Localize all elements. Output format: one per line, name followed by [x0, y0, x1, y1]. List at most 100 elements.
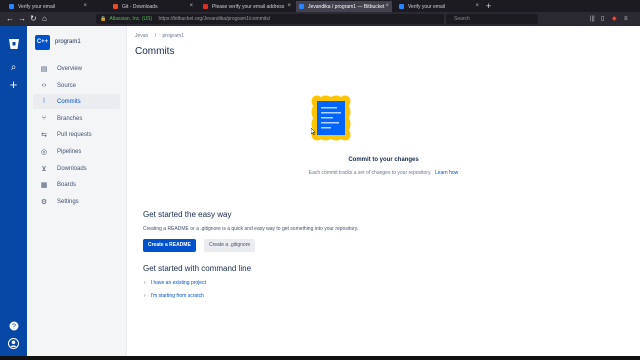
empty-state-text: Each commit tracks a set of changes to y… [127, 170, 640, 176]
browser-tab-active[interactable]: Jevandika / program1 — Bitbucket × [296, 1, 392, 12]
bitbucket-logo-icon[interactable] [6, 38, 21, 53]
create-readme-button[interactable]: Create a README [143, 239, 196, 252]
sidebar-item-label: Boards [57, 181, 77, 188]
favicon-icon [299, 4, 304, 9]
forward-icon[interactable]: → [18, 13, 26, 25]
commit-icon: ⦚ [43, 97, 45, 105]
extension-icon[interactable]: ◆ [612, 14, 617, 24]
sidebar-item-commits[interactable]: ⦚ Commits [33, 94, 120, 109]
sidebar-item-label: Pipelines [57, 148, 82, 155]
create-icon[interactable]: + [6, 77, 21, 92]
project-name[interactable]: program1 [55, 39, 81, 45]
sidebar-toggle-icon[interactable]: ▯ [601, 14, 604, 24]
easy-way-description: Creating a README or a .gitignore is a q… [143, 226, 359, 232]
close-icon[interactable]: × [287, 3, 291, 9]
browser-toolbar: ← → ↻ ⌂ 🔒 Atlassian, Inc. (US) https://b… [0, 12, 640, 26]
sidebar-item-label: Commits [57, 98, 81, 105]
sidebar-item-settings[interactable]: ⚙ Settings [33, 194, 120, 209]
sidebar-item-label: Pull requests [57, 131, 92, 138]
commit-illustration-icon [311, 95, 351, 141]
menu-icon[interactable]: ≡ [624, 14, 628, 24]
expander-label: I have an existing project [150, 280, 206, 286]
close-icon[interactable]: × [189, 3, 193, 9]
board-icon: ▦ [40, 181, 48, 189]
breadcrumb: Jevan / program1 [135, 33, 189, 39]
create-gitignore-button[interactable]: Create a .gitignore [204, 239, 256, 252]
library-icon[interactable]: ||| [590, 14, 595, 24]
learn-how-link[interactable]: Learn how [435, 170, 458, 176]
search-placeholder: Search [454, 16, 470, 22]
svg-text:?: ? [12, 324, 16, 331]
tab-title: Verify your email [18, 3, 55, 10]
global-navigation: ⌕ + ? [0, 26, 27, 360]
browser-tab[interactable]: Verify your email × [6, 1, 90, 12]
sidebar-item-branches[interactable]: ⑂ Branches [33, 111, 120, 126]
browser-tab-bar: Verify your email × Git - Downloads × Pl… [0, 0, 640, 12]
scratch-expander[interactable]: › I'm starting from scratch [144, 293, 204, 299]
overview-icon: ▤ [40, 65, 48, 73]
existing-project-expander[interactable]: › I have an existing project [144, 280, 206, 286]
expander-label: I'm starting from scratch [150, 293, 204, 299]
command-line-heading: Get started with command line [143, 264, 252, 273]
bitbucket-logo-svg [8, 39, 19, 49]
bottom-edge [0, 356, 640, 360]
sidebar-item-downloads[interactable]: ⊻ Downloads [33, 161, 120, 176]
avatar[interactable] [6, 338, 21, 353]
download-icon: ⊻ [41, 165, 47, 173]
lock-icon: 🔒 [100, 16, 107, 22]
sidebar-item-label: Branches [57, 115, 83, 122]
tab-title: Verify your email [408, 3, 445, 10]
help-icon[interactable]: ? [6, 321, 21, 336]
tab-title: Git - Downloads [122, 3, 158, 10]
browser-tab[interactable]: Please verify your email address × [200, 1, 294, 12]
easy-way-heading: Get started the easy way [143, 210, 232, 219]
pipelines-icon: ◎ [40, 148, 48, 156]
browser-tab[interactable]: Git - Downloads × [110, 1, 196, 12]
back-icon[interactable]: ← [6, 13, 14, 25]
page-title: Commits [135, 46, 175, 57]
project-avatar[interactable]: C++ [35, 35, 50, 50]
url-bar[interactable]: 🔒 Atlassian, Inc. (US) https://bitbucket… [96, 14, 444, 24]
avatar-icon [8, 338, 19, 349]
new-tab-button[interactable]: + [486, 0, 491, 12]
branch-icon: ⑂ [41, 115, 47, 122]
breadcrumb-owner[interactable]: Jevan [135, 33, 148, 39]
pull-request-icon: ⇆ [41, 131, 47, 139]
gear-icon: ⚙ [40, 198, 48, 206]
mouse-cursor-icon [311, 128, 316, 135]
empty-state-description: Each commit tracks a set of changes to y… [308, 170, 432, 176]
sidebar-item-boards[interactable]: ▦ Boards [33, 177, 120, 192]
close-icon[interactable]: × [83, 3, 87, 9]
project-sidebar: C++ program1 ▤ Overview ‹› Source ⦚ Comm… [27, 26, 127, 360]
breadcrumb-repo[interactable]: program1 [163, 33, 184, 39]
search-input[interactable]: Search [446, 14, 538, 24]
breadcrumb-separator: / [154, 33, 157, 39]
close-icon[interactable]: × [385, 3, 389, 9]
favicon-icon [399, 4, 404, 9]
close-icon[interactable]: × [475, 3, 479, 9]
sidebar-item-label: Settings [57, 198, 79, 205]
tab-title: Jevandika / program1 — Bitbucket [308, 3, 385, 10]
sidebar-item-label: Source [57, 82, 77, 89]
favicon-icon [113, 4, 118, 9]
site-identity: Atlassian, Inc. (US) [109, 16, 153, 22]
tab-title: Please verify your email address [212, 3, 285, 10]
search-icon[interactable]: ⌕ [6, 60, 21, 75]
help-icon-svg: ? [9, 321, 18, 331]
favicon-icon [9, 4, 14, 9]
sidebar-item-label: Overview [57, 65, 83, 72]
chevron-right-icon: › [144, 293, 146, 299]
sidebar-item-overview[interactable]: ▤ Overview [33, 61, 120, 76]
favicon-icon [203, 4, 208, 9]
reload-icon[interactable]: ↻ [30, 13, 37, 25]
empty-state-title: Commit to your changes [348, 157, 419, 163]
browser-tab[interactable]: Verify your email × [396, 1, 482, 12]
url-text: https://bitbucket.org/Jevandika/program1… [158, 16, 271, 22]
main-content: Jevan / program1 Commits Commit to your … [127, 26, 640, 360]
home-icon[interactable]: ⌂ [42, 13, 47, 25]
sidebar-item-pipelines[interactable]: ◎ Pipelines [33, 144, 120, 159]
code-icon: ‹› [41, 82, 47, 89]
sidebar-item-source[interactable]: ‹› Source [33, 78, 120, 93]
sidebar-item-label: Downloads [57, 165, 87, 172]
sidebar-item-pull-requests[interactable]: ⇆ Pull requests [33, 127, 120, 142]
